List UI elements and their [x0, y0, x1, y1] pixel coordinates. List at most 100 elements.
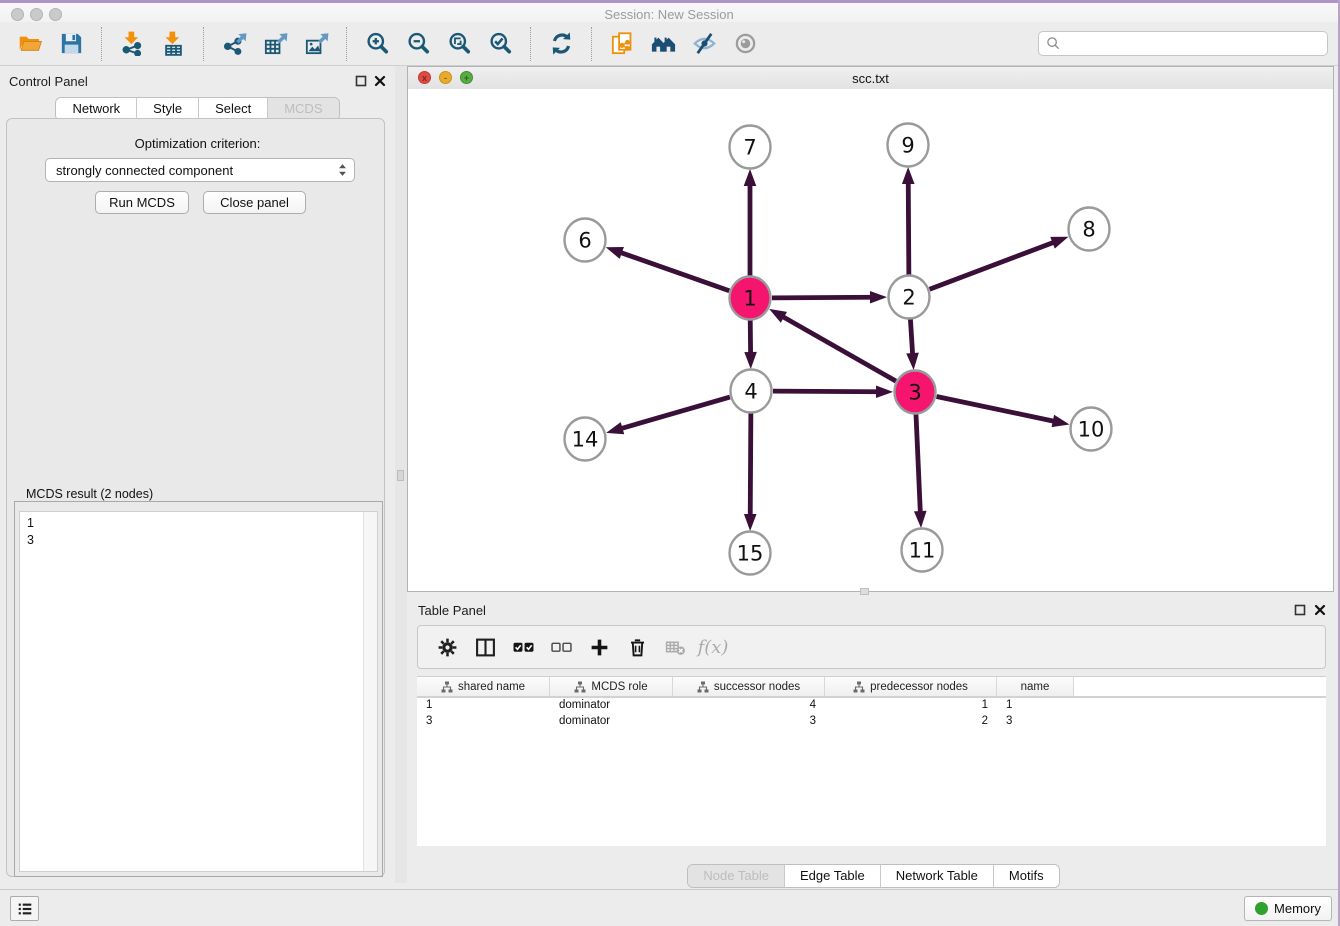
run-mcds-button[interactable]: Run MCDS: [95, 191, 189, 214]
copy-network-icon[interactable]: [609, 30, 636, 57]
column-header-MCDS-role[interactable]: MCDS role: [550, 677, 673, 696]
export-table-icon[interactable]: [262, 30, 289, 57]
close-table-panel-icon[interactable]: [1313, 603, 1327, 617]
float-panel-icon[interactable]: [354, 74, 368, 88]
task-history-button[interactable]: [10, 896, 39, 921]
table-row[interactable]: 3dominator323: [417, 714, 1326, 730]
criterion-select[interactable]: strongly connected component: [45, 158, 355, 182]
attribute-icon: [853, 681, 865, 693]
tab-node-table[interactable]: Node Table: [688, 865, 785, 887]
zoom-out-icon[interactable]: [405, 30, 432, 57]
edge-3-1[interactable]: [781, 316, 896, 381]
graph-node-10[interactable]: 10: [1071, 408, 1112, 451]
graph-node-6[interactable]: 6: [565, 219, 606, 262]
refresh-icon[interactable]: [548, 30, 575, 57]
edge-3-11[interactable]: [916, 414, 920, 514]
table-cell[interactable]: dominator: [550, 714, 673, 730]
network-window-titlebar: x - + scc.txt: [408, 67, 1333, 90]
edge-1-6[interactable]: [619, 252, 729, 291]
table-cell[interactable]: 4: [673, 698, 825, 714]
table-cell[interactable]: 2: [825, 714, 997, 730]
table-cell[interactable]: 3: [997, 714, 1074, 730]
delete-table-icon: [660, 632, 690, 662]
column-header-name[interactable]: name: [997, 677, 1074, 696]
show-detail-icon[interactable]: [732, 30, 759, 57]
column-header-successor-nodes[interactable]: successor nodes: [673, 677, 825, 696]
edge-arrowhead: [906, 353, 919, 370]
node-table[interactable]: shared nameMCDS rolesuccessor nodesprede…: [417, 676, 1326, 846]
table-cell[interactable]: 3: [417, 714, 550, 730]
graph-node-7[interactable]: 7: [730, 126, 771, 169]
panel-splitter[interactable]: [395, 66, 407, 883]
column-header-shared-name[interactable]: shared name: [417, 677, 550, 696]
zoom-fit-icon[interactable]: [446, 30, 473, 57]
tab-style[interactable]: Style: [137, 98, 199, 120]
hide-detail-icon[interactable]: [691, 30, 718, 57]
edge-1-2[interactable]: [772, 297, 873, 298]
close-panel-button[interactable]: Close panel: [203, 191, 306, 214]
graph-node-4[interactable]: 4: [731, 370, 772, 413]
splitter-handle[interactable]: [397, 470, 404, 481]
mcds-result-textarea[interactable]: 1 3: [19, 511, 378, 872]
network-graph[interactable]: 1 2 3 4 6 7 8 9 10 11 14 15: [408, 89, 1333, 592]
node-label: 6: [578, 229, 591, 253]
edge-4-14[interactable]: [620, 397, 730, 429]
graph-node-11[interactable]: 11: [902, 529, 943, 572]
export-network-icon[interactable]: [221, 30, 248, 57]
search-field[interactable]: [1038, 31, 1328, 56]
float-table-panel-icon[interactable]: [1293, 603, 1307, 617]
tab-network[interactable]: Network: [56, 98, 137, 120]
edge-2-3[interactable]: [910, 319, 912, 356]
open-folder-icon[interactable]: [17, 30, 44, 57]
graph-node-9[interactable]: 9: [888, 124, 929, 167]
edge-2-8[interactable]: [930, 242, 1056, 290]
table-row[interactable]: 1dominator411: [417, 698, 1326, 714]
edge-arrowhead: [1050, 237, 1068, 249]
table-cell[interactable]: dominator: [550, 698, 673, 714]
table-tabs: Node TableEdge TableNetwork TableMotifs: [407, 864, 1340, 888]
edge-2-9[interactable]: [908, 181, 909, 275]
table-cell[interactable]: 1: [417, 698, 550, 714]
toolbar-separator: [346, 27, 348, 61]
network-canvas[interactable]: 1 2 3 4 6 7 8 9 10 11 14 15: [408, 89, 1333, 591]
edge-4-3[interactable]: [773, 391, 879, 392]
graph-node-8[interactable]: 8: [1069, 208, 1110, 251]
export-image-icon[interactable]: [303, 30, 330, 57]
result-scrollbar[interactable]: [363, 512, 377, 871]
edge-3-10[interactable]: [937, 397, 1056, 422]
memory-button[interactable]: Memory: [1244, 896, 1332, 921]
tab-mcds[interactable]: MCDS: [268, 98, 338, 120]
tab-select[interactable]: Select: [199, 98, 268, 120]
graph-node-15[interactable]: 15: [730, 532, 771, 575]
table-cell[interactable]: 1: [825, 698, 997, 714]
deselect-all-icon[interactable]: [546, 632, 576, 662]
edge-4-15[interactable]: [750, 413, 751, 517]
table-cell[interactable]: 3: [673, 714, 825, 730]
graph-node-1[interactable]: 1: [730, 277, 771, 320]
select-all-icon[interactable]: [508, 632, 538, 662]
attribute-icon: [697, 681, 709, 693]
search-input[interactable]: [1065, 33, 1327, 55]
delete-column-icon[interactable]: [622, 632, 652, 662]
column-header-predecessor-nodes[interactable]: predecessor nodes: [825, 677, 997, 696]
import-table-icon[interactable]: [160, 30, 187, 57]
canvas-splitter-handle[interactable]: [860, 588, 869, 595]
import-network-icon[interactable]: [119, 30, 146, 57]
close-panel-icon[interactable]: [373, 74, 387, 88]
graph-node-3[interactable]: 3: [895, 371, 936, 414]
zoom-in-icon[interactable]: [364, 30, 391, 57]
table-cell[interactable]: 1: [997, 698, 1074, 714]
tab-motifs[interactable]: Motifs: [994, 865, 1059, 887]
add-column-icon[interactable]: [584, 632, 614, 662]
node-label: 7: [743, 136, 756, 160]
zoom-selected-icon[interactable]: [487, 30, 514, 57]
tab-network-table[interactable]: Network Table: [881, 865, 994, 887]
home-icon[interactable]: [650, 30, 677, 57]
gear-icon[interactable]: [432, 632, 462, 662]
graph-node-14[interactable]: 14: [565, 418, 606, 461]
tab-edge-table[interactable]: Edge Table: [785, 865, 881, 887]
save-session-icon[interactable]: [58, 30, 85, 57]
edge-arrowhead: [902, 167, 915, 184]
graph-node-2[interactable]: 2: [889, 276, 930, 319]
column-layout-icon[interactable]: [470, 632, 500, 662]
